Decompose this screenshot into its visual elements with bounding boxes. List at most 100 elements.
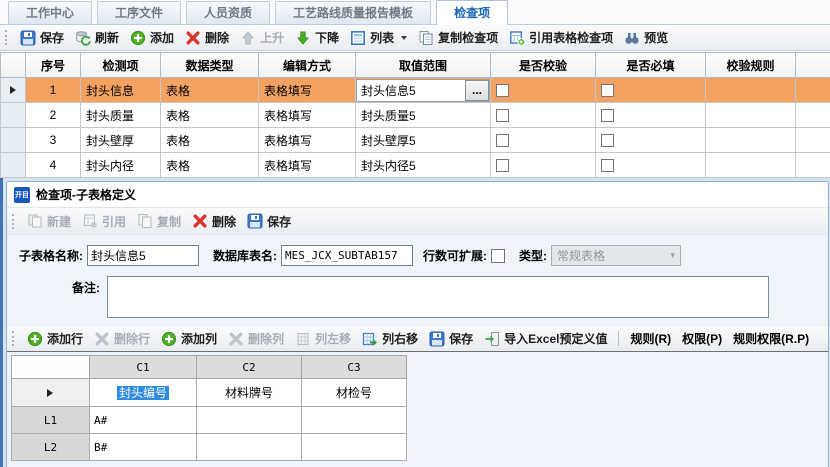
selected-field-text[interactable]: 封头编号 xyxy=(117,386,169,400)
cell-check-item[interactable]: 封头壁厚 xyxy=(81,128,161,153)
subgrid-row-label[interactable]: L2 xyxy=(12,434,90,461)
row-selector[interactable] xyxy=(1,128,26,153)
cell-required[interactable] xyxy=(596,153,706,178)
add-col-button[interactable]: 添加列 xyxy=(156,328,222,349)
cell-check-item[interactable]: 封头信息 xyxy=(81,78,161,103)
list-button[interactable]: 列表 xyxy=(345,27,412,48)
move-down-button[interactable]: 下降 xyxy=(290,27,344,48)
ref-table-check-item-button[interactable]: 引用表格检查项 xyxy=(504,27,618,48)
cell-edit-mode[interactable]: 表格填写 xyxy=(259,103,356,128)
row-expandable-checkbox[interactable] xyxy=(491,249,505,263)
table-row[interactable]: 3 封头壁厚 表格 表格填写 封头壁厚5 xyxy=(1,128,830,153)
refresh-button[interactable]: 刷新 xyxy=(70,27,124,48)
header-edit-mode[interactable]: 编辑方式 xyxy=(259,53,356,78)
required-checkbox[interactable] xyxy=(601,159,614,172)
row-selector[interactable] xyxy=(1,78,26,103)
subgrid-cell[interactable]: B# xyxy=(90,434,197,461)
tab-work-center[interactable]: 工作中心 xyxy=(8,1,92,24)
save-button[interactable]: 保存 xyxy=(15,27,69,48)
subgrid-cell[interactable]: A# xyxy=(90,407,197,434)
cell-verify-rule[interactable] xyxy=(706,78,796,103)
header-check-item[interactable]: 检测项 xyxy=(81,53,161,78)
add-button[interactable]: 添加 xyxy=(125,27,179,48)
cell-check-item[interactable]: 封头质量 xyxy=(81,103,161,128)
cell-seq[interactable]: 4 xyxy=(26,153,81,178)
value-range-editor[interactable]: 封头信息5 ... xyxy=(356,79,490,102)
subgrid-row-label[interactable]: L1 xyxy=(12,407,90,434)
value-range-ellipsis-button[interactable]: ... xyxy=(465,80,489,101)
table-row[interactable]: 1 封头信息 表格 表格填写 封头信息5 ... xyxy=(1,78,830,103)
import-excel-button[interactable]: 导入Excel预定义值 xyxy=(479,328,612,349)
copy-check-item-button[interactable]: 复制检查项 xyxy=(413,27,503,48)
cell-check-item[interactable]: 封头内径 xyxy=(81,153,161,178)
verify-checkbox[interactable] xyxy=(496,159,509,172)
verify-checkbox[interactable] xyxy=(496,84,509,97)
table-row[interactable]: 2 封头质量 表格 表格填写 封头质量5 xyxy=(1,103,830,128)
subgrid-cell[interactable] xyxy=(197,407,302,434)
cell-verify-rule[interactable] xyxy=(706,103,796,128)
cell-edit-mode[interactable]: 表格填写 xyxy=(259,153,356,178)
verify-checkbox[interactable] xyxy=(496,109,509,122)
required-checkbox[interactable] xyxy=(601,134,614,147)
cell-verify[interactable] xyxy=(491,78,596,103)
preview-button[interactable]: 预览 xyxy=(619,27,673,48)
subgrid-field-cell[interactable]: 材料牌号 xyxy=(197,379,302,407)
rule-perms-button[interactable]: 规则权限(R.P) xyxy=(728,328,814,349)
subgrid-header-c1[interactable]: C1 xyxy=(90,356,197,379)
cell-seq[interactable]: 1 xyxy=(26,78,81,103)
dock-splitter[interactable] xyxy=(0,178,3,467)
cell-value-range[interactable]: 封头信息5 ... xyxy=(356,78,491,103)
cell-verify[interactable] xyxy=(491,103,596,128)
subgrid-field-cell[interactable]: 材检号 xyxy=(302,379,407,407)
required-checkbox[interactable] xyxy=(601,109,614,122)
remark-textarea[interactable] xyxy=(107,276,769,318)
cell-data-type[interactable]: 表格 xyxy=(161,153,259,178)
perms-button[interactable]: 权限(P) xyxy=(677,328,727,349)
row-selector[interactable] xyxy=(1,153,26,178)
header-seq[interactable]: 序号 xyxy=(26,53,81,78)
tab-route-quality-report-template[interactable]: 工艺路线质量报告模板 xyxy=(275,1,431,24)
row-selector[interactable] xyxy=(1,103,26,128)
cell-value-range[interactable]: 封头质量5 xyxy=(356,103,491,128)
subgrid-row-selector[interactable] xyxy=(12,379,90,407)
db-table-name-input[interactable] xyxy=(281,245,413,266)
cell-value-range[interactable]: 封头内径5 xyxy=(356,153,491,178)
subgrid-data-row[interactable]: L2 B# xyxy=(12,434,407,461)
cell-edit-mode[interactable]: 表格填写 xyxy=(259,78,356,103)
table-row[interactable]: 4 封头内径 表格 表格填写 封头内径5 xyxy=(1,153,830,178)
tab-process-file[interactable]: 工序文件 xyxy=(97,1,181,24)
cell-verify[interactable] xyxy=(491,153,596,178)
tab-personnel-qualification[interactable]: 人员资质 xyxy=(186,1,270,24)
cell-edit-mode[interactable]: 表格填写 xyxy=(259,128,356,153)
subgrid-header-c2[interactable]: C2 xyxy=(197,356,302,379)
cell-data-type[interactable]: 表格 xyxy=(161,78,259,103)
subgrid-field-row[interactable]: 封头编号 材料牌号 材检号 xyxy=(12,379,407,407)
subgrid-cell[interactable] xyxy=(302,407,407,434)
subgrid-cell[interactable] xyxy=(302,434,407,461)
subgrid-data-row[interactable]: L1 A# xyxy=(12,407,407,434)
required-checkbox[interactable] xyxy=(601,84,614,97)
subpanel-delete-button[interactable]: 删除 xyxy=(187,211,241,232)
col-right-button[interactable]: 列右移 xyxy=(357,328,423,349)
rules-button[interactable]: 规则(R) xyxy=(625,328,676,349)
tab-check-item[interactable]: 检查项 xyxy=(436,0,508,25)
subtable-name-input[interactable] xyxy=(87,245,199,266)
cell-required[interactable] xyxy=(596,78,706,103)
cell-verify[interactable] xyxy=(491,128,596,153)
header-data-type[interactable]: 数据类型 xyxy=(161,53,259,78)
verify-checkbox[interactable] xyxy=(496,134,509,147)
cell-required[interactable] xyxy=(596,128,706,153)
subpanel-save-button[interactable]: 保存 xyxy=(242,211,296,232)
subgrid-field-cell[interactable]: 封头编号 xyxy=(90,379,197,407)
cell-required[interactable] xyxy=(596,103,706,128)
add-row-button[interactable]: 添加行 xyxy=(22,328,88,349)
subgrid-header-c3[interactable]: C3 xyxy=(302,356,407,379)
cell-data-type[interactable]: 表格 xyxy=(161,128,259,153)
header-verify-rule[interactable]: 校验规则 xyxy=(706,53,796,78)
delete-button[interactable]: 删除 xyxy=(180,27,234,48)
header-value-range[interactable]: 取值范围 xyxy=(356,53,491,78)
header-verify[interactable]: 是否校验 xyxy=(491,53,596,78)
header-required[interactable]: 是否必填 xyxy=(596,53,706,78)
cell-data-type[interactable]: 表格 xyxy=(161,103,259,128)
cell-verify-rule[interactable] xyxy=(706,153,796,178)
